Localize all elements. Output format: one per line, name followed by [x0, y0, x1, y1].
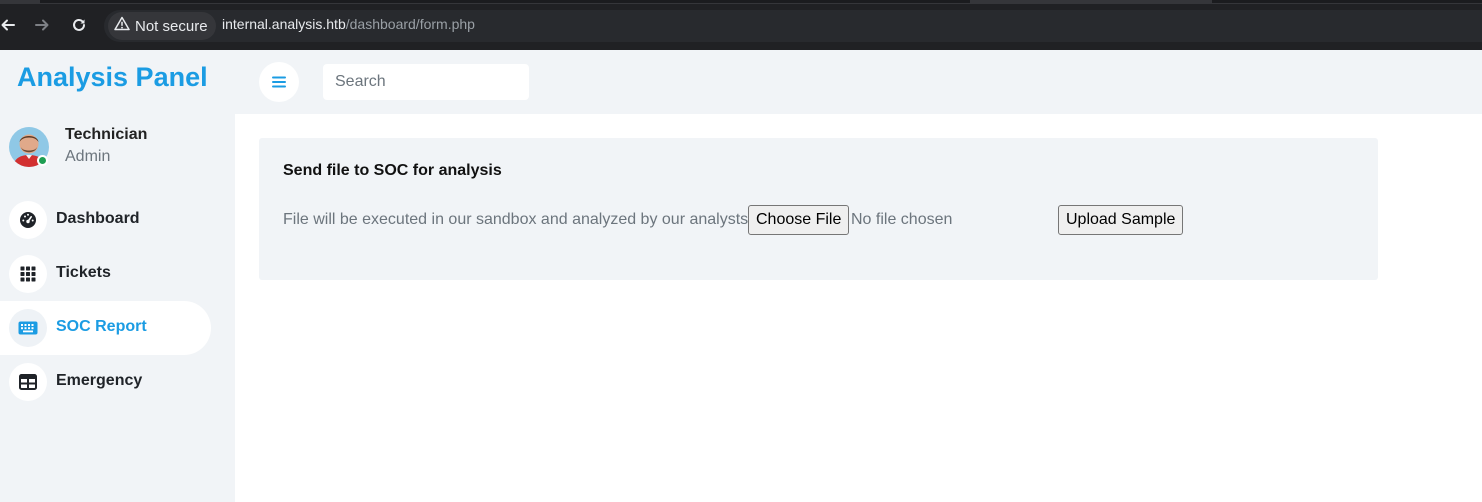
- back-arrow-icon[interactable]: [0, 12, 20, 38]
- file-status-text: No file chosen: [851, 211, 953, 228]
- url-host: internal.analysis.htb: [222, 16, 346, 32]
- url-path: /dashboard/form.php: [345, 16, 475, 32]
- security-indicator[interactable]: Not secure: [108, 12, 216, 40]
- sidebar-item-label: Tickets: [56, 264, 111, 281]
- choose-file-button[interactable]: Choose File: [748, 205, 850, 235]
- forward-arrow-icon[interactable]: [30, 12, 54, 38]
- help-text: File will be executed in our sandbox and…: [283, 211, 749, 228]
- keyboard-icon: [9, 309, 47, 347]
- url-text[interactable]: internal.analysis.htb/dashboard/form.php: [222, 16, 475, 32]
- reload-icon[interactable]: [67, 12, 91, 38]
- warning-triangle-icon: [114, 16, 130, 36]
- browser-tab[interactable]: [1212, 0, 1482, 3]
- table-icon: [9, 363, 47, 401]
- sidebar-item-label: SOC Report: [56, 318, 147, 335]
- sidebar-item-emergency[interactable]: Emergency: [0, 355, 211, 409]
- gauge-icon: [9, 201, 47, 239]
- grid-icon: [9, 255, 47, 293]
- sidebar: Analysis Panel Technician Admin Dashboar…: [0, 50, 235, 502]
- sidebar-item-label: Emergency: [56, 372, 143, 389]
- sidebar-item-tickets[interactable]: Tickets: [0, 247, 211, 301]
- profile-name: Technician: [65, 126, 148, 143]
- profile-role: Admin: [65, 148, 111, 165]
- top-header: [235, 50, 1482, 114]
- browser-tab[interactable]: [40, 0, 970, 3]
- sidebar-item-soc-report[interactable]: SOC Report: [0, 301, 211, 355]
- sidebar-item-dashboard[interactable]: Dashboard: [0, 193, 211, 247]
- card-title: Send file to SOC for analysis: [283, 162, 502, 179]
- security-label: Not secure: [135, 17, 208, 35]
- brand-logo[interactable]: Analysis Panel: [17, 62, 208, 93]
- online-status-indicator: [37, 155, 48, 166]
- hamburger-icon[interactable]: [259, 62, 299, 102]
- upload-card: Send file to SOC for analysis File will …: [259, 138, 1378, 280]
- search-input[interactable]: [323, 64, 529, 100]
- sidebar-item-label: Dashboard: [56, 210, 140, 227]
- browser-toolbar: Not secure internal.analysis.htb/dashboa…: [0, 0, 1482, 50]
- upload-sample-button[interactable]: Upload Sample: [1058, 205, 1184, 235]
